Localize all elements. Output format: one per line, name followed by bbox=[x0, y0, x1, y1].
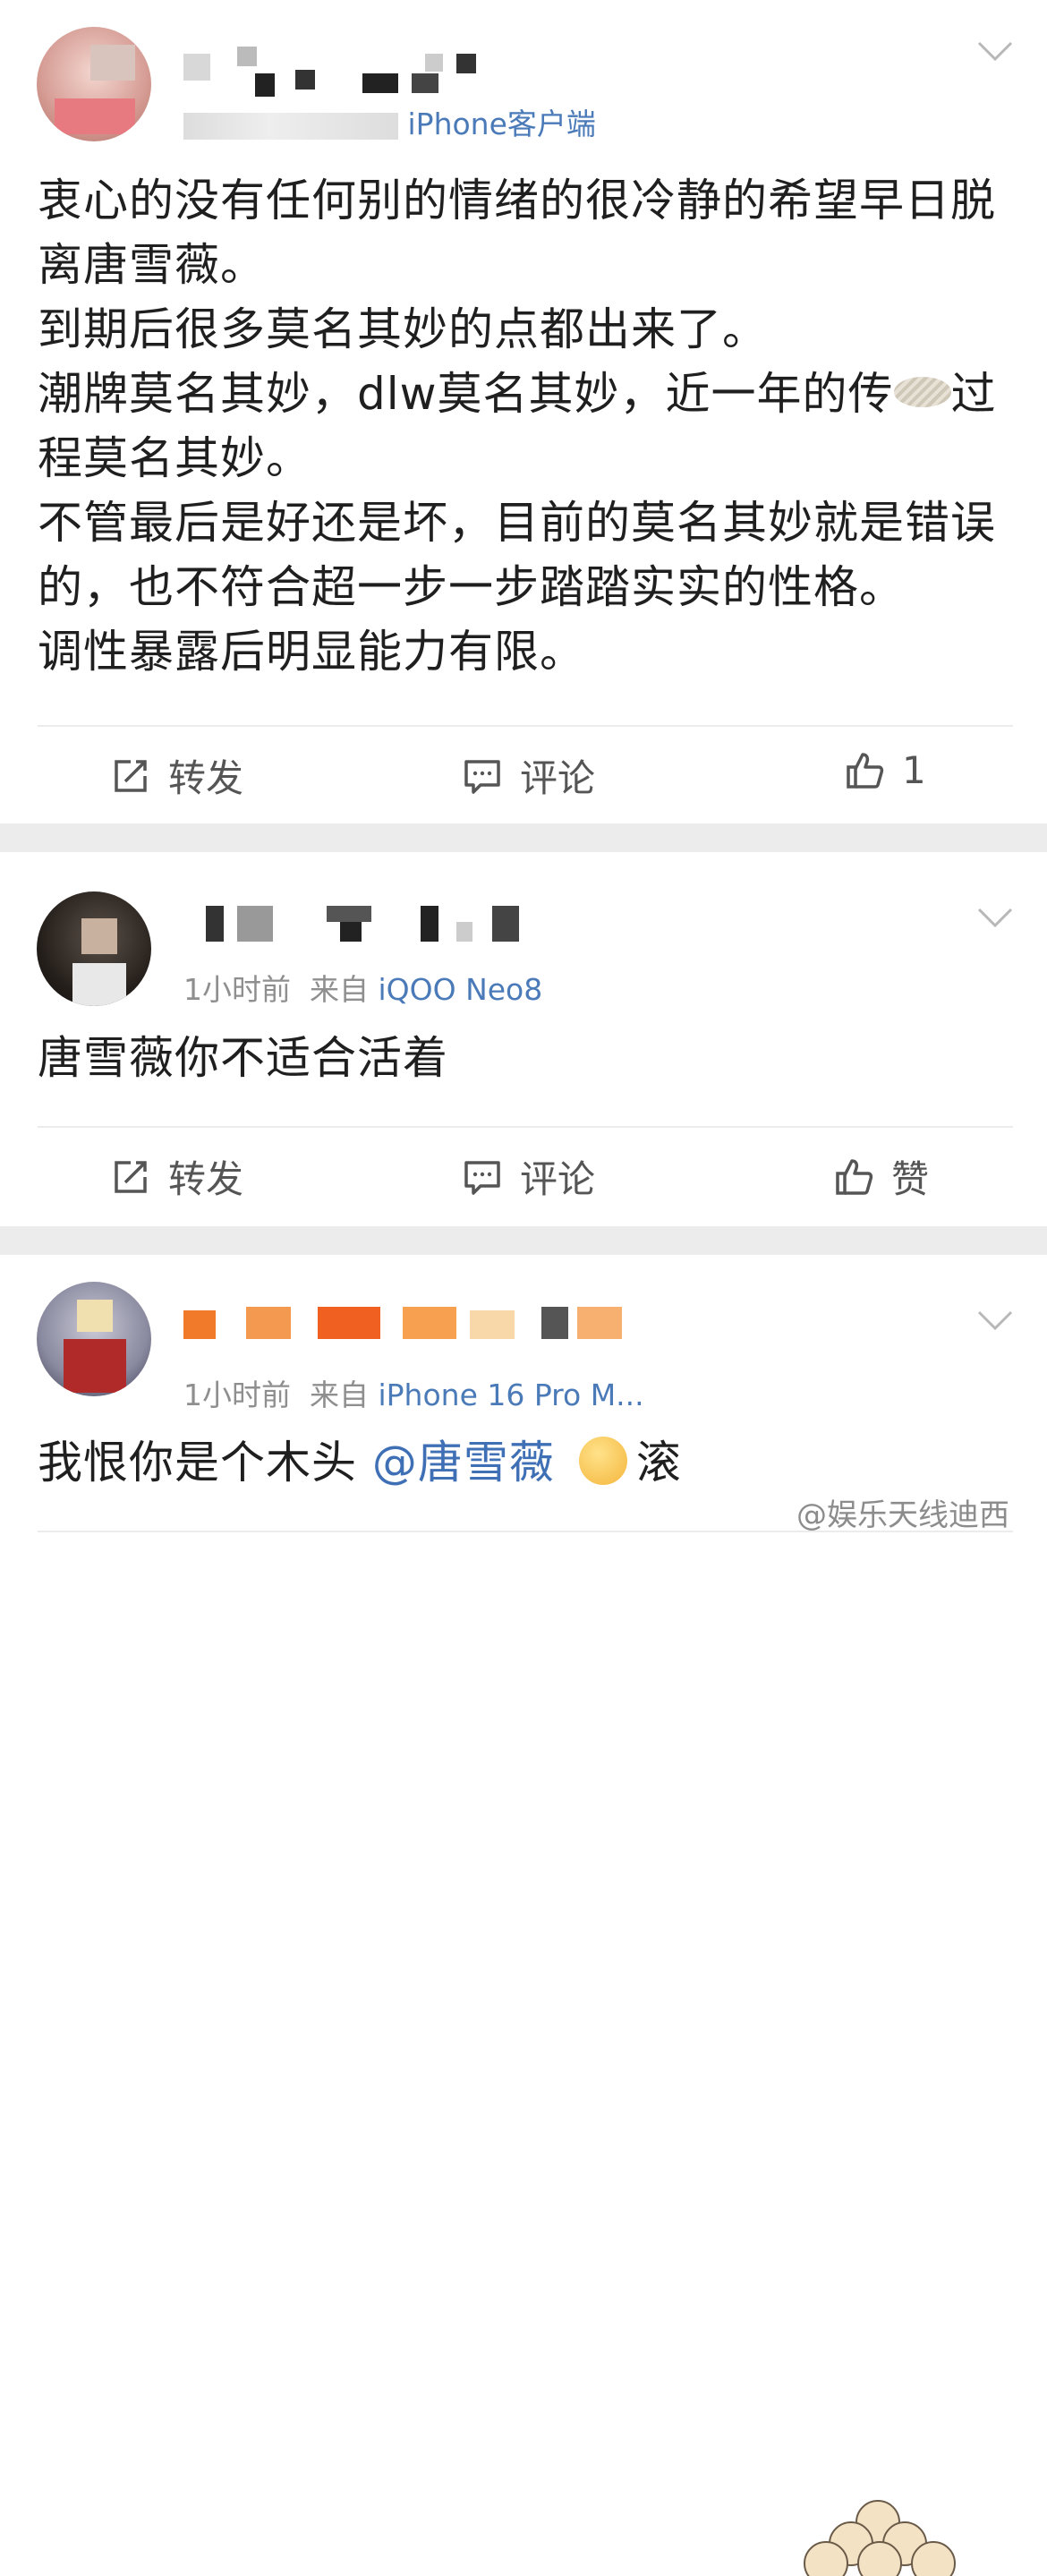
avatar[interactable] bbox=[37, 27, 151, 141]
repost-button[interactable]: 转发 bbox=[109, 748, 243, 803]
username-redacted[interactable] bbox=[183, 47, 649, 97]
post-meta: 1小时前 来自 iPhone 16 Pro M... bbox=[183, 1371, 644, 1414]
chevron-down-icon[interactable] bbox=[977, 39, 1013, 63]
chevron-down-icon[interactable] bbox=[977, 906, 1013, 929]
post-separator bbox=[0, 823, 1047, 852]
like-button[interactable]: 赞 bbox=[832, 1149, 929, 1204]
comment-icon bbox=[464, 1160, 500, 1195]
sticker-icon bbox=[804, 2500, 956, 2576]
post-1: iPhone客户端 衷心的没有任何别的情绪的很冷静的希望早日脱离唐雪薇。 到期后… bbox=[0, 0, 1047, 827]
like-count: 1 bbox=[902, 748, 926, 792]
repost-icon bbox=[115, 759, 147, 792]
post-time: 1小时前 bbox=[183, 1378, 291, 1412]
post-source[interactable]: iQOO Neo8 bbox=[378, 972, 542, 1007]
like-button[interactable]: 1 bbox=[843, 748, 926, 792]
comment-icon bbox=[464, 759, 500, 794]
post-body: 我恨你是个木头 @唐雪薇 滚 bbox=[38, 1437, 682, 1488]
emoji-icon bbox=[893, 377, 951, 407]
comment-label: 评论 bbox=[520, 756, 596, 800]
post-meta: 1小时前 来自 iQOO Neo8 bbox=[183, 966, 542, 1009]
emoji-icon bbox=[578, 1437, 627, 1485]
post-source[interactable]: iPhone客户端 bbox=[408, 107, 596, 141]
post-source-prefix: 来自 bbox=[309, 1378, 369, 1412]
post-separator bbox=[0, 1226, 1047, 1255]
chevron-down-icon[interactable] bbox=[977, 1309, 1013, 1332]
post-meta: iPhone客户端 bbox=[183, 100, 596, 143]
repost-label: 转发 bbox=[168, 756, 244, 800]
post-body: 唐雪薇你不适合活着 bbox=[38, 1032, 448, 1084]
post-time-redacted bbox=[183, 112, 398, 140]
avatar[interactable] bbox=[37, 1282, 151, 1396]
post-source-prefix: 来自 bbox=[309, 972, 369, 1007]
divider bbox=[38, 1126, 1013, 1128]
repost-button[interactable]: 转发 bbox=[109, 1149, 243, 1204]
thumbs-up-icon bbox=[847, 752, 884, 789]
repost-icon bbox=[115, 1160, 147, 1193]
username-redacted[interactable] bbox=[183, 902, 649, 951]
post-time: 1小时前 bbox=[183, 972, 291, 1007]
username-redacted[interactable] bbox=[183, 1298, 649, 1346]
post-source[interactable]: iPhone 16 Pro M... bbox=[378, 1378, 643, 1412]
post-2: 1小时前 来自 iQOO Neo8 唐雪薇你不适合活着 转发 评论 赞 bbox=[0, 852, 1047, 1230]
divider bbox=[38, 725, 1013, 727]
mention-link[interactable]: @唐雪薇 bbox=[372, 1437, 555, 1488]
comment-button[interactable]: 评论 bbox=[461, 1149, 595, 1204]
thumbs-up-icon bbox=[836, 1158, 873, 1195]
like-label: 赞 bbox=[891, 1157, 930, 1201]
watermark: @娱乐天线迪西 bbox=[796, 1497, 1009, 1533]
post-body: 衷心的没有任何别的情绪的很冷静的希望早日脱离唐雪薇。 到期后很多莫名其妙的点都出… bbox=[38, 175, 997, 678]
repost-label: 转发 bbox=[168, 1157, 244, 1201]
comment-button[interactable]: 评论 bbox=[461, 748, 595, 803]
comment-label: 评论 bbox=[520, 1157, 596, 1201]
avatar[interactable] bbox=[37, 891, 151, 1006]
